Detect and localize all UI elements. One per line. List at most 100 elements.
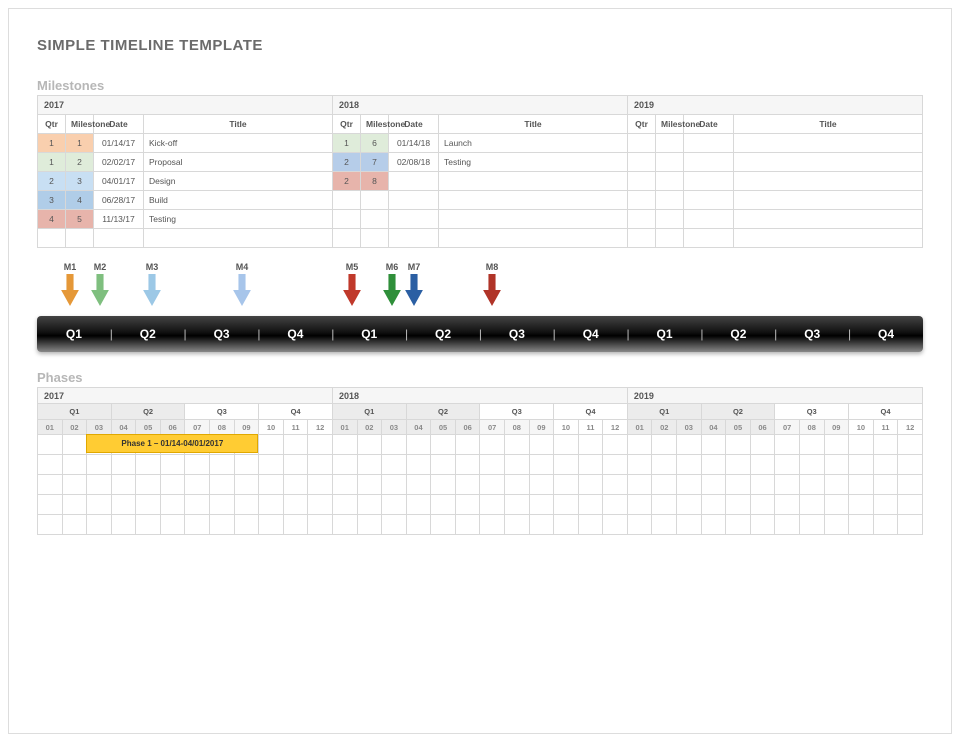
cell-qtr — [628, 134, 656, 153]
cell-ms: 3 — [66, 172, 94, 191]
qbar-cell: Q4 — [554, 327, 628, 341]
cell-ms — [656, 134, 684, 153]
arrow-down-icon — [483, 274, 501, 306]
page-container: SIMPLE TIMELINE TEMPLATE Milestones 2017… — [8, 8, 952, 734]
cell-title: Testing — [144, 210, 333, 229]
phase-1-bar: Phase 1 – 01/14-04/01/2017 — [86, 434, 258, 453]
cell-title — [439, 191, 628, 210]
phase-qtr: Q2 — [701, 404, 775, 420]
phase-month: 10 — [554, 420, 579, 435]
arrow-down-icon — [143, 274, 161, 306]
cell-date — [389, 191, 439, 210]
cell-ms — [656, 172, 684, 191]
arrow-m4: M4 — [227, 262, 257, 306]
ms-col-title: Title — [734, 115, 923, 134]
cell-ms: 2 — [66, 153, 94, 172]
cell-ms — [656, 191, 684, 210]
qbar-cell: Q2 — [406, 327, 480, 341]
phase-qtr: Q4 — [849, 404, 923, 420]
cell-date — [389, 210, 439, 229]
phase-year-2019: 2019 — [627, 388, 922, 404]
table-row: 1202/02/17Proposal2702/08/18Testing — [38, 153, 923, 172]
cell-qtr: 1 — [38, 153, 66, 172]
arrow-label: M4 — [236, 262, 249, 272]
phase-month: 07 — [480, 420, 505, 435]
phase-row — [38, 515, 923, 535]
phase-month: 09 — [529, 420, 554, 435]
page-title: SIMPLE TIMELINE TEMPLATE — [37, 37, 923, 54]
cell-qtr: 2 — [38, 172, 66, 191]
qbar-cell: Q2 — [701, 327, 775, 341]
phase-month: 05 — [726, 420, 751, 435]
quarter-bar: Q1Q2Q3Q4Q1Q2Q3Q4Q1Q2Q3Q4 — [37, 316, 923, 352]
phase-month: 09 — [824, 420, 849, 435]
phase-month: 06 — [750, 420, 775, 435]
phase-qtr: Q4 — [554, 404, 628, 420]
cell-qtr — [333, 191, 361, 210]
cell-date: 01/14/17 — [94, 134, 144, 153]
arrow-m5: M5 — [337, 262, 367, 306]
cell-ms: 4 — [66, 191, 94, 210]
arrow-label: M8 — [486, 262, 499, 272]
ms-col-title: Title — [144, 115, 333, 134]
phase-month: 08 — [504, 420, 529, 435]
phase-qtr: Q2 — [406, 404, 480, 420]
phase-month: 01 — [38, 420, 63, 435]
phase-month: 11 — [283, 420, 308, 435]
cell-qtr: 1 — [38, 134, 66, 153]
phase-qtr: Q1 — [332, 404, 406, 420]
phases-wrap: 2017 2018 2019 Q1Q2Q3Q4Q1Q2Q3Q4Q1Q2Q3Q4 … — [37, 387, 923, 535]
qbar-cell: Q3 — [775, 327, 849, 341]
qbar-cell: Q1 — [37, 327, 111, 341]
arrow-label: M6 — [386, 262, 399, 272]
cell-ms: 1 — [66, 134, 94, 153]
qbar-cell: Q4 — [258, 327, 332, 341]
cell-ms: 8 — [361, 172, 389, 191]
qbar-cell: Q4 — [849, 327, 923, 341]
section-phases: Phases — [37, 370, 923, 385]
cell-qtr — [628, 172, 656, 191]
cell-title — [439, 210, 628, 229]
cell-date: 01/14/18 — [389, 134, 439, 153]
ms-col-qtr: Qtr — [628, 115, 656, 134]
table-row: 2304/01/17Design28 — [38, 172, 923, 191]
cell-ms — [656, 210, 684, 229]
cell-date — [684, 134, 734, 153]
arrow-label: M1 — [64, 262, 77, 272]
milestone-arrows: M1M2M3M4M5M6M7M8 — [37, 262, 923, 316]
cell-date — [684, 153, 734, 172]
cell-date: 11/13/17 — [94, 210, 144, 229]
cell-title: Build — [144, 191, 333, 210]
cell-title — [734, 229, 923, 248]
cell-title: Proposal — [144, 153, 333, 172]
cell-qtr: 1 — [333, 134, 361, 153]
phase-month: 07 — [775, 420, 800, 435]
ms-col-qtr: Qtr — [333, 115, 361, 134]
qbar-cell: Q3 — [480, 327, 554, 341]
year-2019: 2019 — [628, 96, 923, 115]
ms-col-milestone: Milestone — [656, 115, 684, 134]
cell-qtr: 4 — [38, 210, 66, 229]
cell-title — [439, 172, 628, 191]
cell-qtr — [628, 153, 656, 172]
phase-month: 12 — [898, 420, 923, 435]
phase-qtr: Q3 — [480, 404, 554, 420]
ms-col-milestone: Milestone — [66, 115, 94, 134]
phase-month: 06 — [160, 420, 185, 435]
phase-row — [38, 475, 923, 495]
cell-date — [684, 172, 734, 191]
cell-ms: 7 — [361, 153, 389, 172]
cell-qtr — [333, 229, 361, 248]
phase-month: 08 — [799, 420, 824, 435]
phase-month: 09 — [234, 420, 259, 435]
arrow-m1: M1 — [55, 262, 85, 306]
phase-month: 10 — [259, 420, 284, 435]
phase-month: 04 — [406, 420, 431, 435]
phase-row — [38, 495, 923, 515]
phase-month: 06 — [455, 420, 480, 435]
phase-month: 01 — [627, 420, 652, 435]
cell-date: 04/01/17 — [94, 172, 144, 191]
phase-month: 01 — [332, 420, 357, 435]
cell-qtr — [628, 191, 656, 210]
arrow-down-icon — [61, 274, 79, 306]
